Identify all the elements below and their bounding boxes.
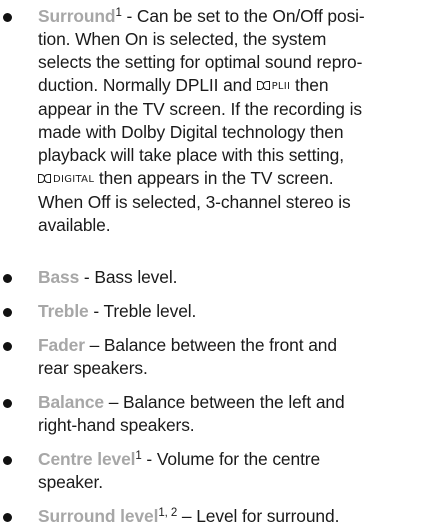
- term-bass: Bass: [38, 267, 80, 287]
- bullet-icon: [3, 456, 12, 465]
- list-item-text: Surround level1, 2 – Level for surround.: [38, 505, 444, 528]
- description-line: – Level for surround.: [177, 506, 340, 526]
- description-line: available.: [38, 215, 111, 235]
- term-surround-level: Surround level: [38, 506, 159, 526]
- bullet-icon: [3, 274, 12, 283]
- description-line: then appears in the TV screen.: [94, 168, 334, 188]
- description-line: then: [290, 75, 329, 95]
- list-item-text: Surround1 - Can be set to the On/Off pos…: [38, 5, 444, 237]
- bullet-icon: [3, 342, 12, 351]
- list-item-text: Centre level1 - Volume for the centre sp…: [38, 448, 444, 494]
- term-centre-level: Centre level: [38, 449, 136, 469]
- dolby-double-d-icon: [38, 174, 51, 183]
- description-line: When Off is selected, 3-channel stereo i…: [38, 192, 351, 212]
- list-item-text: Treble - Treble level.: [38, 300, 444, 323]
- description-line: - Volume for the centre: [141, 449, 321, 469]
- description-line: - Can be set to the On/Off posi-: [121, 6, 365, 26]
- bullet-icon: [3, 513, 12, 522]
- list-item-text: Fader – Balance between the front and re…: [38, 334, 444, 380]
- dolby-digital-logo: DIGITAL: [38, 168, 94, 191]
- term-surround: Surround: [38, 6, 116, 26]
- description-line: tion. When On is selected, the system: [38, 29, 327, 49]
- footnote-ref: 1: [115, 7, 122, 19]
- description-line: - Treble level.: [88, 301, 197, 321]
- term-fader: Fader: [38, 335, 85, 355]
- description-line: playback will take place with this setti…: [38, 145, 344, 165]
- description-line: - Bass level.: [79, 267, 178, 287]
- description-line: made with Dolby Digital technology then: [38, 122, 344, 142]
- description-line: – Balance between the left and: [104, 392, 345, 412]
- term-balance: Balance: [38, 392, 105, 412]
- description-line: appear in the TV screen. If the recordin…: [38, 99, 362, 119]
- description-line: rear speakers.: [38, 358, 148, 378]
- bullet-icon: [3, 13, 12, 22]
- dolby-pl2-logo: PLII: [256, 75, 291, 98]
- description-line: duction. Normally DPLII and: [38, 75, 257, 95]
- list-item-text: Balance – Balance between the left and r…: [38, 391, 444, 437]
- list-item-text: Bass - Bass level.: [38, 266, 444, 289]
- footnote-ref: 1: [135, 450, 142, 462]
- description-line: right-hand speakers.: [38, 415, 195, 435]
- bullet-icon: [3, 399, 12, 408]
- description-line: speaker.: [38, 472, 103, 492]
- description-line: – Balance between the front and: [84, 335, 337, 355]
- description-line: selects the setting for optimal sound re…: [38, 52, 363, 72]
- term-treble: Treble: [38, 301, 89, 321]
- bullet-icon: [3, 308, 12, 317]
- footnote-ref: 1, 2: [158, 507, 178, 519]
- dolby-double-d-icon: [256, 81, 270, 90]
